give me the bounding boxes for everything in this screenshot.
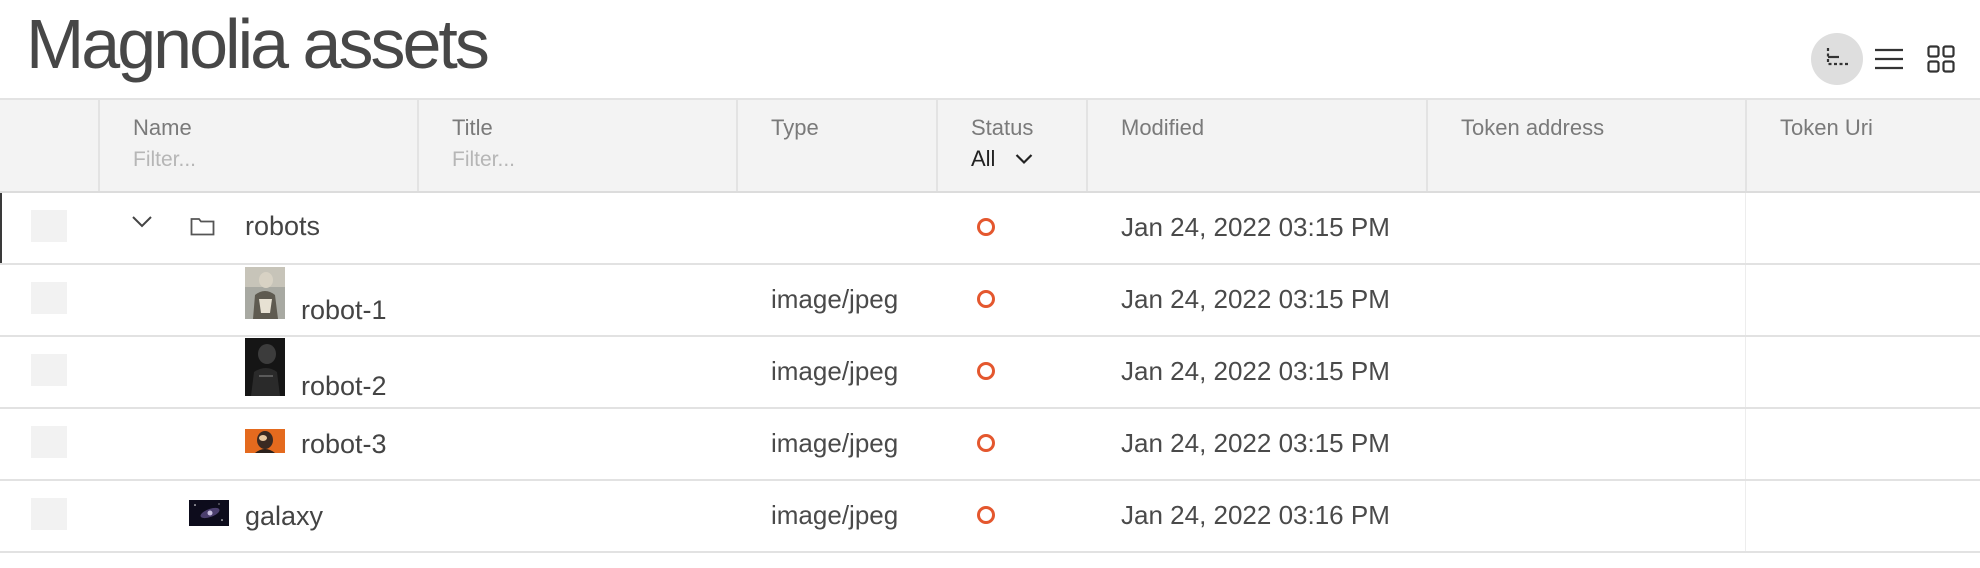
row-modified: Jan 24, 2022 03:15 PM — [1121, 212, 1390, 242]
table-row[interactable]: robot-3 image/jpeg Jan 24, 2022 03:15 PM — [0, 409, 1980, 481]
table-row[interactable]: robot-1 image/jpeg Jan 24, 2022 03:15 PM — [0, 265, 1980, 337]
column-divider — [1745, 409, 1746, 479]
token-address-column-label: Token address — [1461, 115, 1605, 140]
row-name[interactable]: galaxy — [245, 501, 323, 532]
name-filter-input[interactable] — [133, 148, 353, 172]
status-column-header[interactable]: Status All — [938, 100, 1088, 191]
row-modified: Jan 24, 2022 03:15 PM — [1121, 284, 1390, 314]
name-column-label: Name — [133, 115, 192, 140]
list-view-icon — [1875, 48, 1903, 70]
title-column-header[interactable]: Title — [419, 100, 738, 191]
tree-view-button[interactable] — [1811, 33, 1863, 85]
token-uri-column-header[interactable]: Token Uri — [1747, 100, 1980, 191]
table-row[interactable]: robots Jan 24, 2022 03:15 PM — [0, 193, 1980, 265]
chevron-down-icon[interactable] — [131, 215, 153, 229]
status-indicator — [977, 218, 995, 236]
row-name[interactable]: robot-2 — [301, 371, 387, 402]
image-thumbnail — [189, 500, 229, 526]
modified-column-label: Modified — [1121, 115, 1205, 140]
row-checkbox[interactable] — [31, 282, 67, 314]
page-title: Magnolia assets — [26, 5, 490, 83]
image-thumbnail — [245, 429, 285, 453]
row-checkbox[interactable] — [31, 426, 67, 458]
column-divider — [1745, 265, 1746, 335]
row-type: image/jpeg — [771, 284, 899, 314]
row-name[interactable]: robot-1 — [301, 295, 387, 326]
row-checkbox[interactable] — [31, 210, 67, 242]
title-column-label: Title — [452, 115, 493, 140]
select-column-header — [0, 100, 100, 191]
chevron-down-icon — [1016, 154, 1033, 165]
table-row[interactable]: galaxy image/jpeg Jan 24, 2022 03:16 PM — [0, 481, 1980, 553]
column-divider — [1745, 337, 1746, 407]
token-address-column-header[interactable]: Token address — [1428, 100, 1747, 191]
grid-view-icon — [1927, 45, 1955, 73]
row-type: image/jpeg — [771, 356, 899, 386]
status-column-label: Status — [971, 115, 1034, 140]
type-column-header[interactable]: Type — [738, 100, 938, 191]
list-view-button[interactable] — [1863, 33, 1915, 85]
status-indicator — [977, 506, 995, 524]
column-divider — [1745, 193, 1746, 263]
image-thumbnail — [245, 267, 285, 319]
status-indicator — [977, 290, 995, 308]
token-uri-column-label: Token Uri — [1780, 115, 1873, 140]
row-modified: Jan 24, 2022 03:15 PM — [1121, 356, 1390, 386]
view-switcher — [1811, 33, 1967, 85]
row-name[interactable]: robots — [245, 211, 320, 242]
column-divider — [1745, 481, 1746, 551]
type-column-label: Type — [771, 115, 819, 140]
row-type: image/jpeg — [771, 428, 899, 458]
row-modified: Jan 24, 2022 03:15 PM — [1121, 428, 1390, 458]
status-filter-value: All — [971, 146, 996, 171]
title-filter-input[interactable] — [452, 148, 672, 172]
status-filter-select[interactable]: All — [971, 146, 1033, 172]
row-type: image/jpeg — [771, 500, 899, 530]
table-row[interactable]: robot-2 image/jpeg Jan 24, 2022 03:15 PM — [0, 337, 1980, 409]
image-thumbnail — [245, 338, 285, 396]
assets-grid: Name Title Type Status All Modified Toke… — [0, 98, 1980, 553]
status-indicator — [977, 362, 995, 380]
grid-header: Name Title Type Status All Modified Toke… — [0, 98, 1980, 193]
status-indicator — [977, 434, 995, 452]
thumbnail-view-button[interactable] — [1915, 33, 1967, 85]
tree-view-icon — [1826, 48, 1849, 66]
folder-icon — [190, 218, 215, 236]
modified-column-header[interactable]: Modified — [1088, 100, 1428, 191]
row-checkbox[interactable] — [31, 354, 67, 386]
row-name[interactable]: robot-3 — [301, 429, 387, 460]
row-modified: Jan 24, 2022 03:16 PM — [1121, 500, 1390, 530]
name-column-header[interactable]: Name — [100, 100, 419, 191]
row-checkbox[interactable] — [31, 498, 67, 530]
